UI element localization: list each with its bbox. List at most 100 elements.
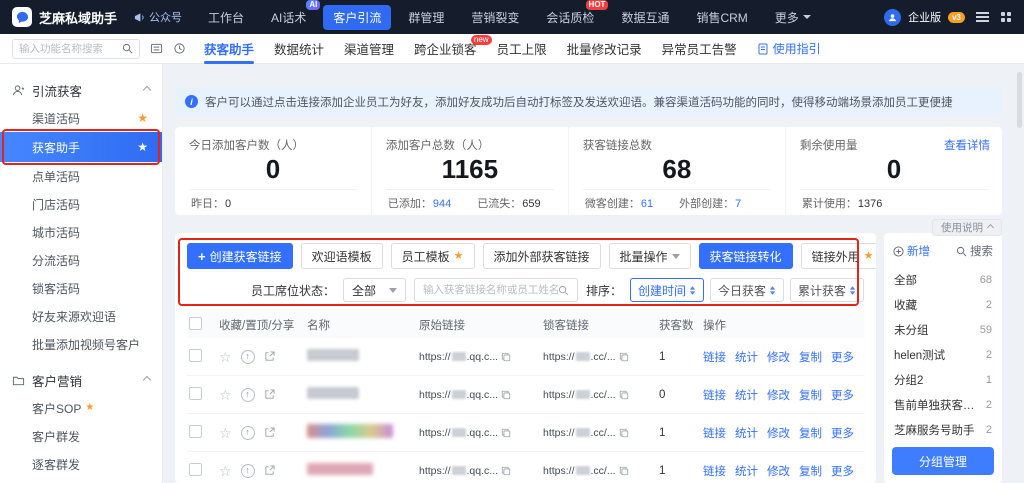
scrollbar-thumb[interactable] [1017, 72, 1022, 128]
toolbar-button[interactable]: 员工模板 ★ [391, 243, 475, 269]
sidebar-section-marketing[interactable]: 客户营销 [0, 366, 162, 394]
row-action-stats[interactable]: 统计 [735, 387, 758, 403]
row-action-stats[interactable]: 统计 [735, 463, 758, 479]
history-icon[interactable] [173, 42, 186, 55]
top-menu-item[interactable]: 销售CRM [686, 5, 757, 30]
link-search-box[interactable] [414, 278, 578, 302]
favorite-star-icon[interactable]: ☆ [219, 426, 232, 440]
favorite-star-icon[interactable]: ☆ [219, 350, 232, 364]
sidebar-item[interactable]: 渠道活码 ★ [0, 104, 162, 132]
toolbar-button[interactable]: 批量操作 [609, 243, 691, 269]
lock-link[interactable]: https://.cc/... [543, 389, 616, 401]
row-action-more[interactable]: 更多 [831, 425, 854, 441]
top-menu-item[interactable]: 营销裂变 [461, 5, 529, 30]
row-action-link[interactable]: 链接 [703, 349, 726, 365]
feature-tab[interactable]: 数据统计 [274, 34, 324, 64]
row-checkbox[interactable] [189, 463, 202, 476]
row-action-link[interactable]: 链接 [703, 425, 726, 441]
row-action-more[interactable]: 更多 [831, 349, 854, 365]
toolbar-button[interactable]: 添加外部获客链接 [483, 243, 601, 269]
row-action-edit[interactable]: 修改 [767, 425, 790, 441]
row-checkbox[interactable] [189, 425, 202, 438]
hamburger-menu-icon[interactable] [976, 12, 989, 22]
collection-icon[interactable] [150, 42, 163, 55]
function-search-input[interactable] [19, 43, 122, 55]
feature-tab[interactable]: 异常员工告警 [662, 34, 737, 64]
share-icon[interactable] [264, 465, 275, 476]
top-menu-item[interactable]: 群管理 [398, 5, 454, 30]
copy-icon[interactable] [501, 428, 511, 438]
row-action-more[interactable]: 更多 [831, 463, 854, 479]
sidebar-item[interactable]: 逐客群发 [0, 450, 162, 478]
top-menu-item[interactable]: 更多 [765, 5, 821, 30]
lock-link[interactable]: https://.cc/... [543, 465, 616, 477]
copy-icon[interactable] [501, 352, 511, 362]
group-manage-button[interactable]: 分组管理 [892, 447, 994, 475]
row-action-copy[interactable]: 复制 [799, 425, 822, 441]
grid-apps-icon[interactable] [1000, 11, 1012, 23]
sort-button[interactable]: 累计获客 [790, 278, 864, 302]
feature-tab[interactable]: 渠道管理 [344, 34, 394, 64]
feature-tab[interactable]: 跨企业锁客 new [414, 34, 477, 64]
row-checkbox[interactable] [189, 349, 202, 362]
original-link[interactable]: https://.qq.c... [419, 389, 498, 401]
original-link[interactable]: https://.qq.c... [419, 465, 498, 477]
pin-top-icon[interactable]: ↑ [241, 388, 255, 402]
lock-link[interactable]: https://.cc/... [543, 351, 616, 363]
row-action-stats[interactable]: 统计 [735, 349, 758, 365]
group-item[interactable]: 分组2 1 [892, 367, 994, 392]
row-action-edit[interactable]: 修改 [767, 349, 790, 365]
group-search-button[interactable]: 搜索 [956, 243, 993, 259]
sidebar-item[interactable]: 分流活码 [0, 246, 162, 274]
row-action-copy[interactable]: 复制 [799, 387, 822, 403]
toolbar-button[interactable]: 欢迎语模板 [301, 243, 383, 269]
group-item[interactable]: helen测试 2 [892, 342, 994, 367]
feature-tab[interactable]: 员工上限 [497, 34, 547, 64]
row-action-edit[interactable]: 修改 [767, 463, 790, 479]
group-item[interactable]: 芝麻服务号助手 2 [892, 417, 994, 442]
pin-top-icon[interactable]: ↑ [241, 426, 255, 440]
usage-note-toggle[interactable]: 使用说明 [932, 219, 1002, 236]
sidebar-item[interactable]: 获客助手 ★ [0, 132, 162, 162]
sidebar-item[interactable]: 门店活码 [0, 190, 162, 218]
avatar[interactable] [884, 9, 901, 26]
row-action-link[interactable]: 链接 [703, 463, 726, 479]
share-icon[interactable] [264, 389, 275, 400]
sort-button[interactable]: 今日获客 [710, 278, 784, 302]
original-link[interactable]: https://.qq.c... [419, 427, 498, 439]
copy-icon[interactable] [501, 390, 511, 400]
sidebar-item[interactable]: 客户SOP ★ [0, 394, 162, 422]
sidebar-item[interactable]: 点单活码 [0, 162, 162, 190]
group-item[interactable]: 全部 68 [892, 267, 994, 292]
sidebar-item[interactable]: 批量添加视频号客户 [0, 330, 162, 358]
toolbar-button[interactable]: + 创建获客链接 [187, 243, 293, 269]
lock-link[interactable]: https://.cc/... [543, 427, 616, 439]
top-menu-item[interactable]: 工作台 [198, 5, 254, 30]
view-details-link[interactable]: 查看详情 [944, 137, 990, 153]
function-search-box[interactable] [12, 39, 140, 59]
top-menu-item[interactable]: 会话质检 HOT [536, 5, 604, 30]
feature-tab[interactable]: 批量修改记录 [567, 34, 642, 64]
favorite-star-icon[interactable]: ☆ [219, 464, 232, 478]
toolbar-button[interactable]: 链接外用 ★ [801, 243, 876, 269]
row-action-link[interactable]: 链接 [703, 387, 726, 403]
toolbar-button[interactable]: 获客链接转化 [699, 243, 793, 269]
sidebar-item[interactable]: 锁客活码 [0, 274, 162, 302]
top-menu-item[interactable]: 客户引流 [323, 5, 391, 30]
top-menu-item[interactable]: AI话术 AI [261, 5, 316, 30]
top-menu-item[interactable]: 数据互通 [611, 5, 679, 30]
link-search-input[interactable] [423, 284, 558, 296]
row-action-edit[interactable]: 修改 [767, 387, 790, 403]
sidebar-item[interactable]: 客户群发 [0, 422, 162, 450]
pin-top-icon[interactable]: ↑ [241, 464, 255, 478]
copy-icon[interactable] [501, 466, 511, 476]
row-action-copy[interactable]: 复制 [799, 463, 822, 479]
pin-top-icon[interactable]: ↑ [241, 350, 255, 364]
add-group-button[interactable]: 新增 [893, 243, 930, 259]
usage-guide-link[interactable]: 使用指引 [757, 40, 821, 57]
group-item[interactable]: 售前单独获客链... 2 [892, 392, 994, 417]
group-item[interactable]: 未分组 59 [892, 317, 994, 342]
share-icon[interactable] [264, 427, 275, 438]
original-link[interactable]: https://.qq.c... [419, 351, 498, 363]
row-checkbox[interactable] [189, 387, 202, 400]
